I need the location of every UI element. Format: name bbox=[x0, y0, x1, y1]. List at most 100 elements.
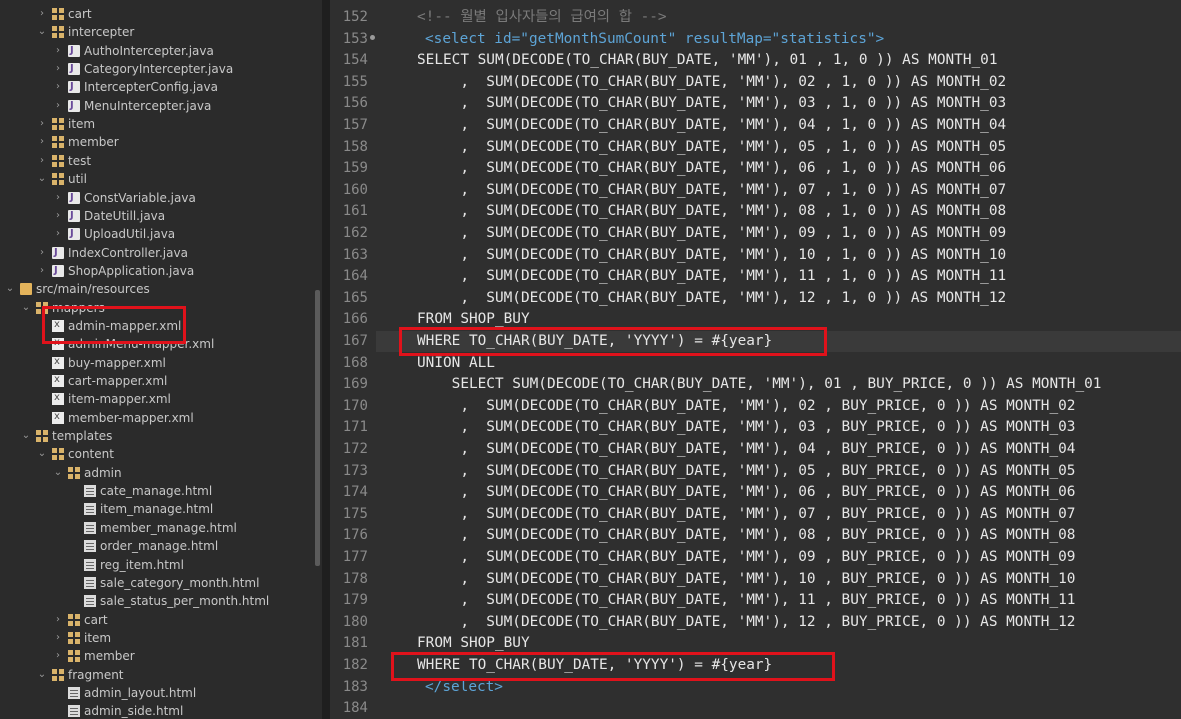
tree-item[interactable]: › cart bbox=[52, 611, 108, 629]
code-line[interactable]: , SUM(DECODE(TO_CHAR(BUY_DATE, 'MM'), 07… bbox=[417, 180, 1006, 202]
collapse-arrow-icon[interactable]: › bbox=[52, 225, 64, 243]
tree-item[interactable]: member_manage.html bbox=[68, 519, 237, 537]
code-line[interactable]: , SUM(DECODE(TO_CHAR(BUY_DATE, 'MM'), 03… bbox=[417, 417, 1075, 439]
tree-item[interactable]: sale_category_month.html bbox=[68, 574, 259, 592]
code-line[interactable]: , SUM(DECODE(TO_CHAR(BUY_DATE, 'MM'), 09… bbox=[417, 223, 1006, 245]
tree-item[interactable]: ⌄ fragment bbox=[36, 666, 124, 684]
xml-file-icon bbox=[52, 389, 64, 407]
code-editor[interactable]: 152 <!-- 월별 입사자들의 급여의 합 --> 153 <select id=… bbox=[330, 0, 1181, 719]
code-line[interactable]: , SUM(DECODE(TO_CHAR(BUY_DATE, 'MM'), 06… bbox=[417, 158, 1006, 180]
tree-item[interactable]: › test bbox=[36, 152, 91, 170]
expand-arrow-icon[interactable]: ⌄ bbox=[20, 299, 32, 317]
code-line[interactable]: <!-- 월별 입사자들의 급여의 합 --> bbox=[417, 7, 667, 29]
tree-item[interactable]: admin_layout.html bbox=[52, 684, 196, 702]
code-line[interactable]: , SUM(DECODE(TO_CHAR(BUY_DATE, 'MM'), 03… bbox=[417, 93, 1006, 115]
package-icon bbox=[68, 631, 80, 644]
collapse-arrow-icon[interactable]: › bbox=[52, 647, 64, 665]
tree-item[interactable]: ⌄ util bbox=[36, 170, 87, 188]
tree-item[interactable]: ⌄ intercepter bbox=[36, 23, 135, 41]
tree-item[interactable]: ⌄ templates bbox=[20, 427, 113, 445]
tree-item[interactable]: › AuthoIntercepter.java bbox=[52, 42, 214, 60]
collapse-arrow-icon[interactable]: › bbox=[52, 189, 64, 207]
expand-arrow-icon[interactable]: ⌄ bbox=[36, 170, 48, 188]
code-line[interactable]: , SUM(DECODE(TO_CHAR(BUY_DATE, 'MM'), 06… bbox=[417, 482, 1075, 504]
code-line[interactable]: , SUM(DECODE(TO_CHAR(BUY_DATE, 'MM'), 10… bbox=[417, 245, 1006, 267]
code-line[interactable]: , SUM(DECODE(TO_CHAR(BUY_DATE, 'MM'), 10… bbox=[417, 569, 1075, 591]
tree-item-label: cart bbox=[68, 7, 92, 21]
html-file-icon bbox=[84, 576, 96, 589]
code-line[interactable]: , SUM(DECODE(TO_CHAR(BUY_DATE, 'MM'), 12… bbox=[417, 612, 1075, 634]
collapse-arrow-icon[interactable]: › bbox=[52, 78, 64, 96]
code-line[interactable]: , SUM(DECODE(TO_CHAR(BUY_DATE, 'MM'), 12… bbox=[417, 288, 1006, 310]
expand-arrow-icon[interactable]: ⌄ bbox=[36, 666, 48, 684]
fold-marker-icon[interactable] bbox=[370, 35, 375, 40]
tree-item[interactable]: item_manage.html bbox=[68, 500, 213, 518]
tree-item[interactable]: › DateUtill.java bbox=[52, 207, 165, 225]
tree-item-label: IntercepterConfig.java bbox=[84, 80, 218, 95]
collapse-arrow-icon[interactable]: › bbox=[36, 244, 48, 262]
collapse-arrow-icon[interactable]: › bbox=[52, 42, 64, 60]
tree-item[interactable]: order_manage.html bbox=[68, 537, 218, 555]
tree-item[interactable]: cate_manage.html bbox=[68, 482, 212, 500]
code-line[interactable]: , SUM(DECODE(TO_CHAR(BUY_DATE, 'MM'), 05… bbox=[417, 461, 1075, 483]
collapse-arrow-icon[interactable]: › bbox=[52, 97, 64, 115]
collapse-arrow-icon[interactable]: › bbox=[36, 5, 48, 23]
collapse-arrow-icon[interactable]: › bbox=[52, 611, 64, 629]
expand-arrow-icon[interactable]: ⌄ bbox=[36, 23, 48, 41]
expand-arrow-icon[interactable]: ⌄ bbox=[4, 280, 16, 298]
collapse-arrow-icon[interactable]: › bbox=[36, 115, 48, 133]
collapse-arrow-icon[interactable]: › bbox=[36, 152, 48, 170]
expand-arrow-icon[interactable]: ⌄ bbox=[36, 445, 48, 463]
line-number: 176 bbox=[342, 527, 368, 544]
collapse-arrow-icon[interactable]: › bbox=[36, 262, 48, 280]
explorer-scrollbar-thumb[interactable] bbox=[315, 290, 320, 566]
tree-item[interactable]: ⌄ admin bbox=[52, 464, 122, 482]
code-line[interactable]: , SUM(DECODE(TO_CHAR(BUY_DATE, 'MM'), 08… bbox=[417, 525, 1075, 547]
tree-item[interactable]: › IntercepterConfig.java bbox=[52, 78, 218, 96]
tree-item[interactable]: sale_status_per_month.html bbox=[68, 592, 269, 610]
line-number: 156 bbox=[342, 95, 368, 112]
tree-item[interactable]: › UploadUtil.java bbox=[52, 225, 175, 243]
code-line[interactable]: <select id="getMonthSumCount" resultMap=… bbox=[425, 29, 884, 51]
tree-item[interactable]: › item bbox=[52, 629, 111, 647]
collapse-arrow-icon[interactable]: › bbox=[52, 207, 64, 225]
pane-divider[interactable] bbox=[322, 0, 330, 719]
code-line[interactable]: , SUM(DECODE(TO_CHAR(BUY_DATE, 'MM'), 05… bbox=[417, 137, 1006, 159]
code-line[interactable]: SELECT SUM(DECODE(TO_CHAR(BUY_DATE, 'MM'… bbox=[417, 374, 1102, 396]
expand-arrow-icon[interactable]: ⌄ bbox=[20, 427, 32, 445]
tree-item[interactable]: cart-mapper.xml bbox=[36, 371, 167, 390]
collapse-arrow-icon[interactable]: › bbox=[52, 60, 64, 78]
tree-item[interactable]: › member bbox=[36, 133, 119, 151]
code-line[interactable]: , SUM(DECODE(TO_CHAR(BUY_DATE, 'MM'), 08… bbox=[417, 201, 1006, 223]
tree-item[interactable]: member-mapper.xml bbox=[36, 408, 194, 427]
tree-item[interactable]: › IndexController.java bbox=[36, 244, 188, 262]
code-line[interactable]: , SUM(DECODE(TO_CHAR(BUY_DATE, 'MM'), 04… bbox=[417, 115, 1006, 137]
tree-item[interactable]: › cart bbox=[36, 5, 92, 23]
line-number: 174 bbox=[342, 484, 368, 501]
tree-item[interactable]: › CategoryIntercepter.java bbox=[52, 60, 233, 78]
tree-item[interactable]: item-mapper.xml bbox=[36, 389, 171, 408]
code-line[interactable]: , SUM(DECODE(TO_CHAR(BUY_DATE, 'MM'), 02… bbox=[417, 396, 1075, 418]
tree-item[interactable]: › ShopApplication.java bbox=[36, 262, 194, 280]
tree-item[interactable]: › member bbox=[52, 647, 135, 665]
tree-item-label: admin bbox=[84, 465, 122, 480]
collapse-arrow-icon[interactable]: › bbox=[52, 629, 64, 647]
tree-item[interactable]: ⌄ src/main/resources bbox=[4, 280, 150, 298]
tree-item[interactable]: › ConstVariable.java bbox=[52, 189, 196, 207]
code-line[interactable]: SELECT SUM(DECODE(TO_CHAR(BUY_DATE, 'MM'… bbox=[417, 50, 997, 72]
code-line[interactable]: , SUM(DECODE(TO_CHAR(BUY_DATE, 'MM'), 11… bbox=[417, 266, 1006, 288]
tree-item[interactable]: › MenuIntercepter.java bbox=[52, 97, 211, 115]
code-line[interactable]: , SUM(DECODE(TO_CHAR(BUY_DATE, 'MM'), 04… bbox=[417, 439, 1075, 461]
xml-file-icon bbox=[52, 408, 64, 426]
collapse-arrow-icon[interactable]: › bbox=[36, 133, 48, 151]
code-line[interactable]: , SUM(DECODE(TO_CHAR(BUY_DATE, 'MM'), 09… bbox=[417, 547, 1075, 569]
code-line[interactable]: , SUM(DECODE(TO_CHAR(BUY_DATE, 'MM'), 02… bbox=[417, 72, 1006, 94]
tree-item[interactable]: ⌄ content bbox=[36, 445, 114, 463]
code-line[interactable]: , SUM(DECODE(TO_CHAR(BUY_DATE, 'MM'), 07… bbox=[417, 504, 1075, 526]
expand-arrow-icon[interactable]: ⌄ bbox=[52, 464, 64, 482]
tree-item[interactable]: admin_side.html bbox=[52, 702, 183, 719]
tree-item[interactable]: reg_item.html bbox=[68, 556, 184, 574]
tree-item[interactable]: buy-mapper.xml bbox=[36, 353, 166, 372]
tree-item[interactable]: › item bbox=[36, 115, 95, 133]
code-line[interactable]: , SUM(DECODE(TO_CHAR(BUY_DATE, 'MM'), 11… bbox=[417, 590, 1075, 612]
